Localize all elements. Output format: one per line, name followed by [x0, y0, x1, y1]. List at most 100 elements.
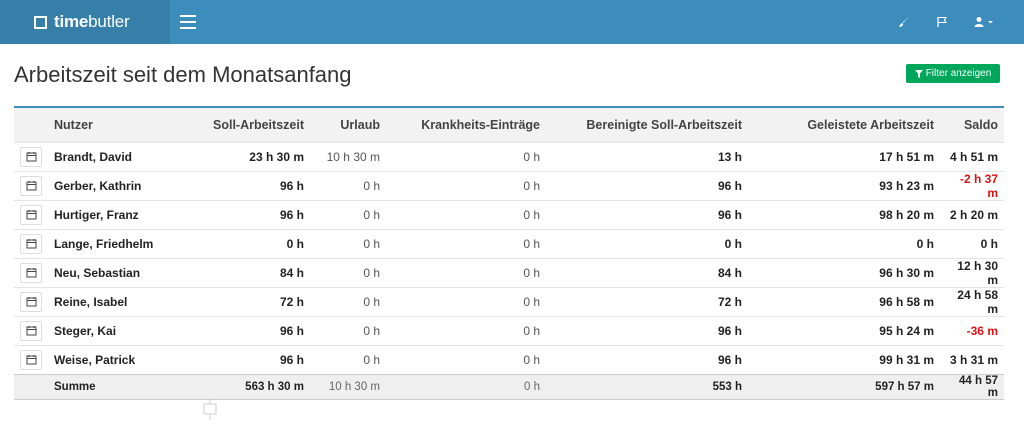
cell-adjusted: 96 h — [717, 352, 742, 367]
cell-target: 84 h — [279, 265, 304, 280]
cell-worked: 95 h 24 m — [879, 323, 934, 338]
cell-adjusted: 96 h — [717, 323, 742, 338]
cell-sick: 0 h — [523, 236, 540, 251]
calendar-icon[interactable] — [20, 175, 42, 196]
cell-sick: 0 h — [523, 207, 540, 222]
table-row: Steger, Kai 96 h 0 h 0 h 96 h 95 h 24 m -36 m — [14, 316, 1004, 345]
table-footer-row: Summe 563 h 30 m 10 h 30 m 0 h 553 h 597… — [14, 374, 1004, 399]
cell-vacation: 0 h — [363, 294, 380, 309]
cell-vacation: 0 h — [363, 265, 380, 280]
brand-logo[interactable]: timebutler — [0, 0, 170, 44]
calendar-icon[interactable] — [20, 262, 42, 283]
cell-adjusted: 72 h — [717, 294, 742, 309]
top-navbar: timebutler — [0, 0, 1024, 44]
table-row: Brandt, David 23 h 30 m 10 h 30 m 0 h 13 h 17… — [14, 142, 1004, 171]
cell-balance: -2 h 37 m — [959, 171, 998, 200]
calendar-icon[interactable] — [20, 204, 42, 225]
cell-balance: 3 h 31 m — [949, 352, 998, 367]
table-row: Neu, Sebastian 84 h 0 h 0 h 84 h 96 h 30 m 12 … — [14, 258, 1004, 287]
header-adjusted[interactable]: Bereinigte Soll-Arbeitszeit — [546, 107, 748, 142]
cell-worked: 99 h 31 m — [879, 352, 934, 367]
footer-vacation: 10 h 30 m — [328, 380, 380, 393]
logo-icon — [34, 15, 47, 29]
cell-sick: 0 h — [523, 323, 540, 338]
cell-worked: 96 h 30 m — [879, 265, 934, 280]
cell-target: 72 h — [279, 294, 304, 309]
cell-worked: 96 h 58 m — [879, 294, 934, 309]
flag-icon[interactable] — [936, 16, 948, 28]
cell-worked: 98 h 20 m — [879, 207, 934, 222]
cell-balance: -36 m — [966, 323, 998, 338]
table-row: Lange, Friedhelm 0 h 0 h 0 h 0 h 0 h 0 h — [14, 229, 1004, 258]
header-sick[interactable]: Krankheits-Einträge — [386, 107, 546, 142]
user-name[interactable]: Neu, Sebastian — [48, 258, 190, 287]
user-name[interactable]: Lange, Friedhelm — [48, 229, 190, 258]
cell-vacation: 0 h — [363, 352, 380, 367]
table-row: Hurtiger, Franz 96 h 0 h 0 h 96 h 98 h 20 m 2 … — [14, 200, 1004, 229]
cell-sick: 0 h — [523, 265, 540, 280]
table-row: Gerber, Kathrin 96 h 0 h 0 h 96 h 93 h 23 m -2… — [14, 171, 1004, 200]
filter-button-label: Filter anzeigen — [925, 68, 992, 79]
resize-handle-icon[interactable] — [203, 398, 217, 420]
user-menu-icon[interactable] — [974, 16, 994, 28]
footer-label: Summe — [54, 380, 96, 393]
user-name[interactable]: Steger, Kai — [48, 316, 190, 345]
user-name[interactable]: Reine, Isabel — [48, 287, 190, 316]
user-name[interactable]: Gerber, Kathrin — [48, 171, 190, 200]
cell-worked: 93 h 23 m — [879, 178, 934, 193]
cell-target: 96 h — [279, 178, 304, 193]
footer-worked: 597 h 57 m — [875, 380, 934, 393]
calendar-icon[interactable] — [20, 320, 42, 341]
cell-target: 96 h — [279, 352, 304, 367]
user-name[interactable]: Weise, Patrick — [48, 345, 190, 374]
footer-sick: 0 h — [524, 380, 540, 393]
page-title: Arbeitszeit seit dem Monatsanfang — [14, 62, 352, 87]
cell-adjusted: 96 h — [717, 178, 742, 193]
cell-balance: 0 h — [980, 236, 998, 251]
cell-target: 96 h — [279, 207, 304, 222]
cell-adjusted: 13 h — [717, 149, 742, 164]
cell-vacation: 0 h — [363, 236, 380, 251]
filter-button[interactable]: Filter anzeigen — [906, 64, 1000, 83]
worktime-table: Nutzer Soll-Arbeitszeit Urlaub Krankheit… — [14, 106, 1004, 400]
cell-worked: 0 h — [916, 236, 934, 251]
table-header-row: Nutzer Soll-Arbeitszeit Urlaub Krankheit… — [14, 107, 1004, 142]
calendar-icon[interactable] — [20, 291, 42, 312]
cell-vacation: 10 h 30 m — [326, 149, 380, 164]
cell-target: 96 h — [279, 323, 304, 338]
cell-balance: 12 h 30 m — [957, 258, 998, 287]
calendar-icon[interactable] — [20, 349, 42, 370]
cell-vacation: 0 h — [363, 207, 380, 222]
cell-adjusted: 96 h — [717, 207, 742, 222]
cell-sick: 0 h — [523, 352, 540, 367]
header-worked[interactable]: Geleistete Arbeitszeit — [748, 107, 940, 142]
cell-worked: 17 h 51 m — [879, 149, 934, 164]
user-name[interactable]: Hurtiger, Franz — [48, 200, 190, 229]
footer-target: 563 h 30 m — [245, 380, 304, 393]
header-target[interactable]: Soll-Arbeitszeit — [190, 107, 310, 142]
cell-vacation: 0 h — [363, 178, 380, 193]
footer-balance: 44 h 57 m — [959, 374, 998, 399]
cell-target: 23 h 30 m — [249, 149, 304, 164]
cell-adjusted: 0 h — [724, 236, 742, 251]
cell-sick: 0 h — [523, 294, 540, 309]
cell-balance: 24 h 58 m — [957, 287, 998, 316]
sidebar-toggle-icon[interactable] — [180, 15, 196, 29]
cell-balance: 4 h 51 m — [949, 149, 998, 164]
cell-target: 0 h — [286, 236, 304, 251]
table-row: Reine, Isabel 72 h 0 h 0 h 72 h 96 h 58 m 24 h… — [14, 287, 1004, 316]
cell-sick: 0 h — [523, 178, 540, 193]
cell-vacation: 0 h — [363, 323, 380, 338]
brand-name: timebutler — [54, 12, 130, 31]
user-name[interactable]: Brandt, David — [48, 142, 190, 171]
calendar-icon[interactable] — [20, 146, 42, 167]
cell-sick: 0 h — [523, 149, 540, 164]
filter-icon — [914, 69, 923, 78]
header-user[interactable]: Nutzer — [48, 107, 190, 142]
header-balance[interactable]: Saldo — [940, 107, 1004, 142]
brush-icon[interactable] — [898, 16, 910, 28]
header-vacation[interactable]: Urlaub — [310, 107, 386, 142]
calendar-icon[interactable] — [20, 233, 42, 254]
footer-adjusted: 553 h — [712, 380, 742, 393]
cell-adjusted: 84 h — [717, 265, 742, 280]
